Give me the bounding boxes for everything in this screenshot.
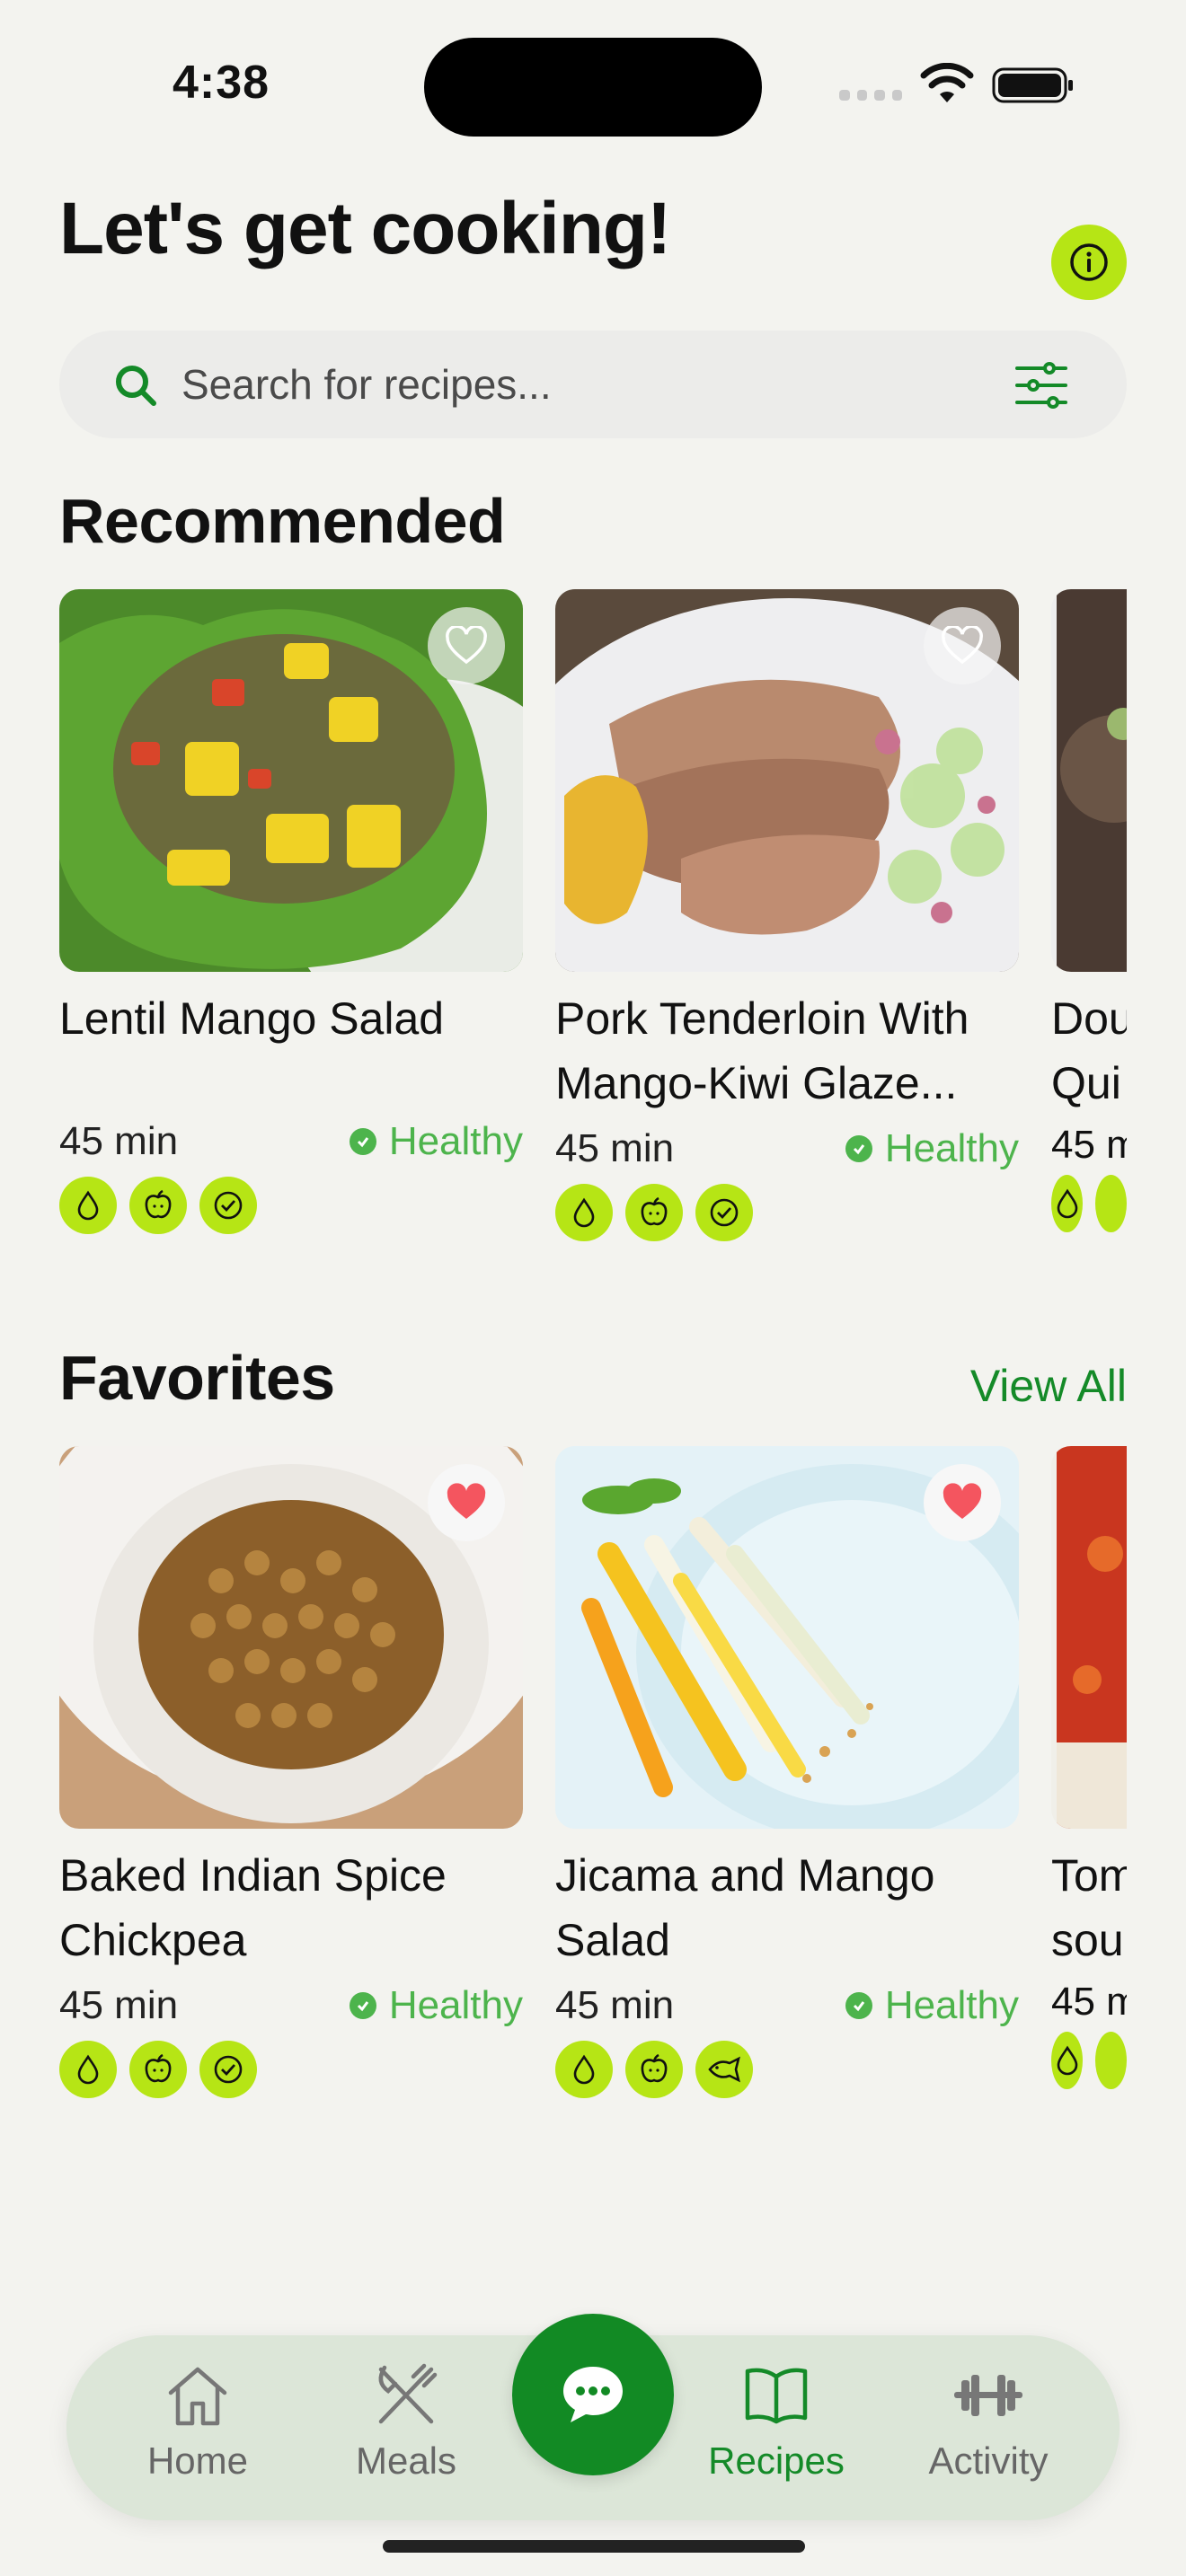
diet-badges	[59, 1177, 523, 1234]
tab-recipes[interactable]: Recipes	[686, 2362, 866, 2483]
battery-icon	[992, 67, 1073, 103]
dumbbell-icon	[954, 2375, 1022, 2416]
recipe-card-peek[interactable]: Dou Qui 45 m	[1051, 589, 1127, 1232]
healthy-tag: Healthy	[349, 1983, 523, 2028]
filter-sliders-icon[interactable]	[1013, 361, 1069, 410]
apple-icon	[625, 1184, 683, 1241]
recipe-title: Baked Indian Spice Chickpea	[59, 1850, 447, 1965]
favorite-button[interactable]	[428, 607, 505, 684]
wifi-icon	[920, 63, 974, 102]
apple-icon	[1095, 2032, 1127, 2089]
recipe-title: Jicama and Mango Salad	[555, 1850, 935, 1965]
diet-badges	[1051, 2032, 1127, 2089]
recipe-title: Pork Tenderloin With Mango-Kiwi Glaze...	[555, 993, 969, 1108]
drop-icon	[1051, 1175, 1083, 1232]
cellular-signal-icon	[839, 90, 902, 102]
recipe-meta: 45 min Healthy	[59, 1980, 523, 2033]
check-icon	[199, 1177, 257, 1234]
healthy-tag: Healthy	[845, 1126, 1019, 1171]
book-icon	[745, 2368, 808, 2424]
search-bar[interactable]	[59, 331, 1127, 438]
recipe-photo[interactable]	[555, 589, 1019, 972]
drop-icon	[555, 1184, 613, 1241]
drop-icon	[1051, 2032, 1083, 2089]
drop-icon	[59, 1177, 117, 1234]
view-all-link[interactable]: View All	[970, 1360, 1127, 1412]
search-icon	[116, 366, 156, 406]
favorite-button[interactable]	[924, 1464, 1001, 1541]
tab-home[interactable]: Home	[108, 2362, 288, 2483]
home-icon	[168, 2367, 227, 2426]
heart-filled-icon	[447, 1483, 486, 1519]
tab-activity[interactable]: Activity	[898, 2362, 1078, 2483]
recipe-card-baked-chickpea[interactable]: Baked Indian Spice Chickpea 45 min Healt…	[59, 1446, 523, 2098]
peek-image	[1051, 1446, 1127, 1829]
info-icon	[1070, 243, 1108, 281]
status-time: 4:38	[173, 57, 270, 109]
check-circle-icon	[349, 1992, 376, 2019]
cook-time: 45 min	[555, 1126, 675, 1170]
cook-time: 45 m	[1051, 1980, 1127, 2024]
drop-icon	[59, 2041, 117, 2098]
apple-icon	[625, 2041, 683, 2098]
favorite-button[interactable]	[924, 607, 1001, 684]
heart-outline-icon	[446, 626, 487, 665]
recipe-photo[interactable]	[59, 589, 523, 972]
check-circle-icon	[845, 1135, 872, 1162]
peek-image	[1051, 589, 1127, 972]
chat-icon	[563, 2367, 623, 2422]
recipe-meta: 45 min Healthy	[555, 1123, 1019, 1177]
recipe-meta: 45 min Healthy	[555, 1980, 1019, 2033]
cook-time: 45 min	[555, 1983, 675, 2027]
recommended-title: Recommended	[59, 486, 506, 556]
recipe-photo[interactable]	[59, 1446, 523, 1829]
recipe-photo[interactable]	[1051, 1446, 1127, 1829]
diet-badges	[59, 2041, 523, 2098]
apple-icon	[1095, 1175, 1127, 1232]
check-circle-icon	[349, 1128, 376, 1155]
cook-time: 45 min	[59, 1983, 179, 2027]
recipes-screen: 4:38 Let's get cooking! Search for recip…	[0, 0, 1186, 2576]
recipe-card-jicama-mango-salad[interactable]: Jicama and Mango Salad 45 min Healthy	[555, 1446, 1019, 2098]
apple-icon	[129, 2041, 187, 2098]
favorites-title: Favorites	[59, 1343, 335, 1413]
favorite-button[interactable]	[428, 1464, 505, 1541]
recipe-photo[interactable]	[555, 1446, 1019, 1829]
fork-knife-icon	[378, 2363, 438, 2424]
check-icon	[695, 1184, 753, 1241]
dynamic-island	[424, 38, 762, 137]
apple-icon	[129, 1177, 187, 1234]
recipe-photo[interactable]	[1051, 589, 1127, 972]
healthy-tag: Healthy	[349, 1119, 523, 1164]
drop-icon	[555, 2041, 613, 2098]
recipe-title: Tom sou	[1051, 1850, 1127, 1965]
home-indicator	[383, 2540, 805, 2553]
heart-filled-icon	[943, 1483, 982, 1519]
healthy-tag: Healthy	[845, 1983, 1019, 2028]
tab-meals[interactable]: Meals	[316, 2362, 496, 2483]
recipe-card-pork-tenderloin[interactable]: Pork Tenderloin With Mango-Kiwi Glaze...…	[555, 589, 1019, 1241]
diet-badges	[555, 1184, 1019, 1241]
info-button[interactable]	[1051, 225, 1127, 300]
chat-button[interactable]	[512, 2314, 674, 2475]
recipe-card-peek[interactable]: Tom sou 45 m	[1051, 1446, 1127, 2089]
diet-badges	[1051, 1175, 1127, 1232]
recipe-card-lentil-mango-salad[interactable]: Lentil Mango Salad 45 min Healthy	[59, 589, 523, 1234]
recipe-meta: 45 min Healthy	[59, 1116, 523, 1169]
fish-icon	[695, 2041, 753, 2098]
search-input[interactable]	[181, 357, 918, 411]
diet-badges	[555, 2041, 1019, 2098]
check-circle-icon	[845, 1992, 872, 2019]
page-title: Let's get cooking!	[59, 188, 671, 269]
recipe-title: Dou Qui	[1051, 993, 1127, 1108]
cook-time: 45 m	[1051, 1123, 1127, 1167]
check-icon	[199, 2041, 257, 2098]
cook-time: 45 min	[59, 1119, 179, 1163]
heart-outline-icon	[942, 626, 983, 665]
recipe-title: Lentil Mango Salad	[59, 993, 445, 1044]
